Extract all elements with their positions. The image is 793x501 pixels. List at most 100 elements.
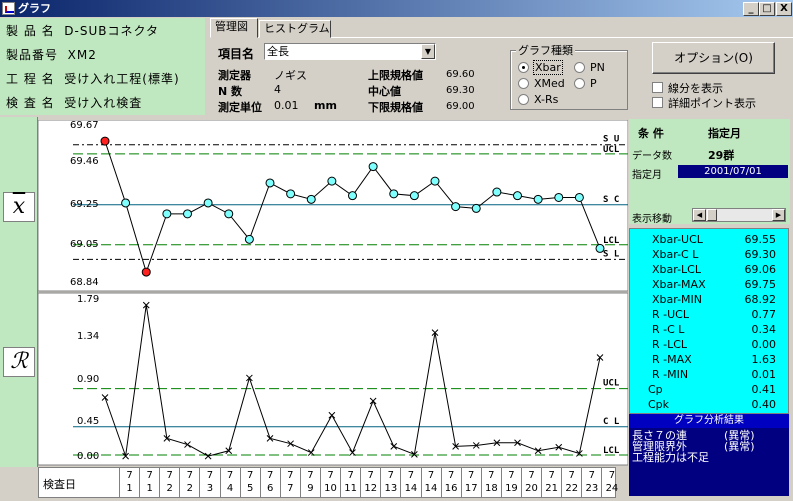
date-day: 4 — [226, 483, 234, 494]
date-day: 18 — [484, 483, 498, 494]
month-label: 指定月 — [632, 170, 662, 181]
date-day: 6 — [267, 483, 274, 494]
scroll-right-icon[interactable]: ▶ — [772, 209, 785, 221]
stat-key: Xbar-LCL — [652, 263, 701, 276]
option-button[interactable]: オプション(O) — [652, 42, 775, 74]
xbar-point — [451, 202, 461, 212]
xbar-point — [533, 194, 543, 204]
date-cell: 7 21 — [541, 468, 561, 497]
scroll-thumb[interactable] — [707, 209, 717, 221]
xbar-tick-2: 69.25 — [70, 199, 99, 210]
tab-control-chart[interactable]: 管理図 — [210, 18, 258, 38]
inspect-row: 検 査 名 受け入れ検査 — [6, 94, 142, 111]
date-month: 7 — [367, 470, 374, 481]
xbar-point — [162, 209, 172, 219]
date-day: 17 — [464, 483, 478, 494]
xbar-point — [389, 189, 399, 199]
stat-value: 1.63 — [751, 353, 777, 366]
stat-key: Xbar-UCL — [652, 233, 703, 246]
app-icon — [2, 2, 15, 15]
show-lines-checkbox[interactable] — [652, 82, 663, 93]
date-cell: 7 24 — [601, 468, 621, 497]
date-cell: 72 — [159, 468, 179, 497]
cond-value: 指定月 — [708, 127, 741, 140]
date-cell: 7 18 — [480, 468, 501, 497]
date-day: 14 — [424, 483, 438, 494]
date-cell: 7 20 — [521, 468, 541, 497]
r-chart-frame — [38, 292, 628, 466]
stat-row: Xbar-LCL 69.06 — [630, 263, 790, 278]
tab-histogram[interactable]: ヒストグラム — [259, 20, 331, 38]
unit-value: 0.01 — [274, 99, 299, 112]
center-label: 中心値 — [368, 85, 401, 98]
center-value: 69.30 — [446, 85, 475, 96]
radio-p-label[interactable]: P — [590, 77, 597, 90]
display-scrollbar[interactable]: ◀ ▶ — [692, 208, 786, 222]
date-day: 9 — [307, 483, 314, 494]
process-label: 工 程 名 — [6, 72, 55, 86]
date-month: 7 — [588, 470, 596, 481]
date-month: 7 — [488, 470, 495, 481]
radio-xmed[interactable] — [518, 78, 529, 89]
date-month: 7 — [166, 470, 173, 481]
maximize-button[interactable]: □ — [759, 2, 775, 16]
date-month: 7 — [608, 470, 616, 481]
detail-points-checkbox[interactable] — [652, 97, 663, 108]
xbar-point — [183, 209, 192, 219]
xbar-point — [554, 192, 564, 202]
date-month: 7 — [508, 470, 515, 481]
xbar-point — [121, 198, 131, 208]
xbar-point — [348, 191, 357, 201]
date-month: 7 — [267, 470, 274, 481]
date-day: 21 — [545, 483, 558, 494]
stat-value: 69.75 — [744, 278, 777, 291]
date-cell: 72 — [179, 468, 199, 497]
date-month: 7 — [548, 470, 555, 481]
r-tick-1: 1.34 — [77, 331, 100, 342]
process-row: 工 程 名 受け入れ工程(標準) — [6, 70, 180, 87]
date-day: 23 — [585, 483, 599, 494]
xbar-point — [409, 191, 419, 201]
r-line-label: LCL — [603, 446, 620, 456]
date-cell: 7 14 — [400, 468, 420, 497]
date-cell: 73 — [199, 468, 219, 497]
xbar-line-label: UCL — [603, 145, 620, 155]
month-value[interactable]: 2001/07/01 — [678, 165, 788, 178]
stat-row: Xbar-C L 69.30 — [630, 248, 790, 263]
stat-row: R -LCL 0.00 — [630, 338, 790, 353]
stat-key: R -C L — [652, 323, 685, 336]
stat-value: 69.06 — [744, 263, 777, 276]
date-month: 7 — [307, 470, 314, 481]
close-button[interactable]: X — [776, 2, 792, 16]
chevron-down-icon[interactable]: ▼ — [421, 44, 435, 59]
radio-xmed-label[interactable]: XMed — [534, 77, 565, 90]
radio-pn-label[interactable]: PN — [590, 61, 605, 74]
stat-value: 68.92 — [744, 293, 777, 306]
stat-value: 69.55 — [744, 233, 777, 246]
stat-key: R -UCL — [652, 308, 689, 321]
xbar-point — [368, 162, 378, 172]
r-tick-3: 0.45 — [77, 416, 100, 427]
xbar-point — [492, 187, 502, 197]
radio-xbar-label[interactable]: Xbar — [533, 60, 563, 75]
scroll-left-icon[interactable]: ◀ — [693, 209, 706, 221]
stat-key: Cpk — [648, 398, 670, 411]
xbar-tick-0: 69.67 — [70, 120, 99, 131]
date-day: 5 — [246, 483, 254, 494]
radio-pn[interactable] — [574, 62, 585, 73]
date-cell: 7 10 — [320, 468, 340, 497]
date-day: 2 — [186, 483, 194, 494]
process-name: 受け入れ工程(標準) — [64, 72, 180, 86]
minimize-button[interactable]: _ — [743, 2, 759, 16]
date-month: 7 — [206, 470, 214, 481]
radio-p[interactable] — [574, 78, 585, 89]
item-select[interactable]: 全長 ▼ — [264, 43, 436, 60]
xbar-point — [286, 189, 296, 199]
xbar-point — [224, 209, 234, 219]
radio-xrs[interactable] — [518, 94, 529, 105]
radio-xbar[interactable] — [518, 62, 529, 73]
xbar-line-label: S U — [603, 135, 619, 145]
date-cell: 7 19 — [500, 468, 521, 497]
date-day: 10 — [324, 483, 337, 494]
radio-xrs-label[interactable]: X-Rs — [534, 93, 558, 106]
